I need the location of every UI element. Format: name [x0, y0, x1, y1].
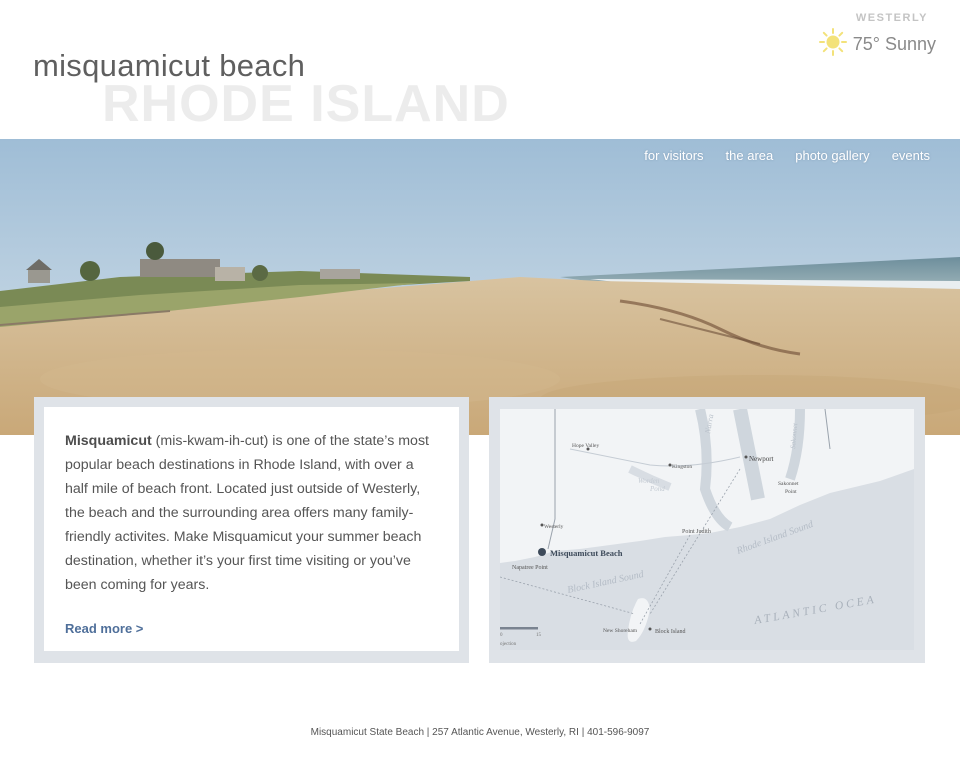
map-label-point: Point	[785, 489, 797, 495]
map-label-block-island: Block Island	[655, 629, 686, 635]
misquamicut-marker[interactable]	[538, 548, 546, 556]
weather-widget: WESTERLY 75° Sunny	[818, 12, 936, 61]
intro-body: (mis-kwam-ih-cut) is one of the state’s …	[65, 433, 429, 593]
map-scale-15: 15	[536, 633, 542, 638]
map-label-new-shoreham: New Shoreham	[603, 628, 638, 634]
weather-temp: 75° Sunny	[852, 34, 936, 54]
map-label-westerly: Westerly	[544, 524, 564, 530]
main-nav: for visitors the area photo gallery even…	[644, 148, 930, 163]
map-label-newport: Newport	[749, 455, 774, 463]
intro-panel: Misquamicut (mis-kwam-ih-cut) is one of …	[34, 397, 469, 663]
intro-bold-name: Misquamicut	[65, 433, 152, 449]
map-panel: Hope Valley Kingston Worden Pond Newport…	[489, 397, 925, 663]
map-label-kingston: Kingston	[672, 464, 692, 470]
map-label-point-judith: Point Judith	[682, 529, 711, 535]
nav-for-visitors[interactable]: for visitors	[644, 148, 703, 163]
area-map[interactable]: Hope Valley Kingston Worden Pond Newport…	[500, 409, 914, 650]
nav-the-area[interactable]: the area	[726, 148, 774, 163]
sun-icon	[818, 28, 847, 61]
map-label-sakonnet-point: Sakonnet	[778, 481, 799, 487]
read-more-link[interactable]: Read more >	[65, 621, 143, 636]
intro-text: Misquamicut (mis-kwam-ih-cut) is one of …	[65, 429, 440, 597]
map-label-pond: Pond	[649, 485, 665, 493]
map-projection-note: ojection	[500, 642, 517, 647]
weather-city: WESTERLY	[855, 12, 928, 24]
footer-address: Misquamicut State Beach | 257 Atlantic A…	[310, 727, 650, 738]
map-label-napatree: Napatree Point	[512, 565, 548, 571]
hero-beach-photo	[0, 139, 960, 435]
site-title[interactable]: misquamicut beach	[33, 48, 305, 84]
map-label-worden: Worden	[638, 477, 660, 485]
map-label-hope-valley: Hope Valley	[572, 443, 599, 449]
nav-events[interactable]: events	[892, 148, 930, 163]
nav-photo-gallery[interactable]: photo gallery	[795, 148, 869, 163]
map-label-misquamicut: Misquamicut Beach	[550, 548, 623, 558]
